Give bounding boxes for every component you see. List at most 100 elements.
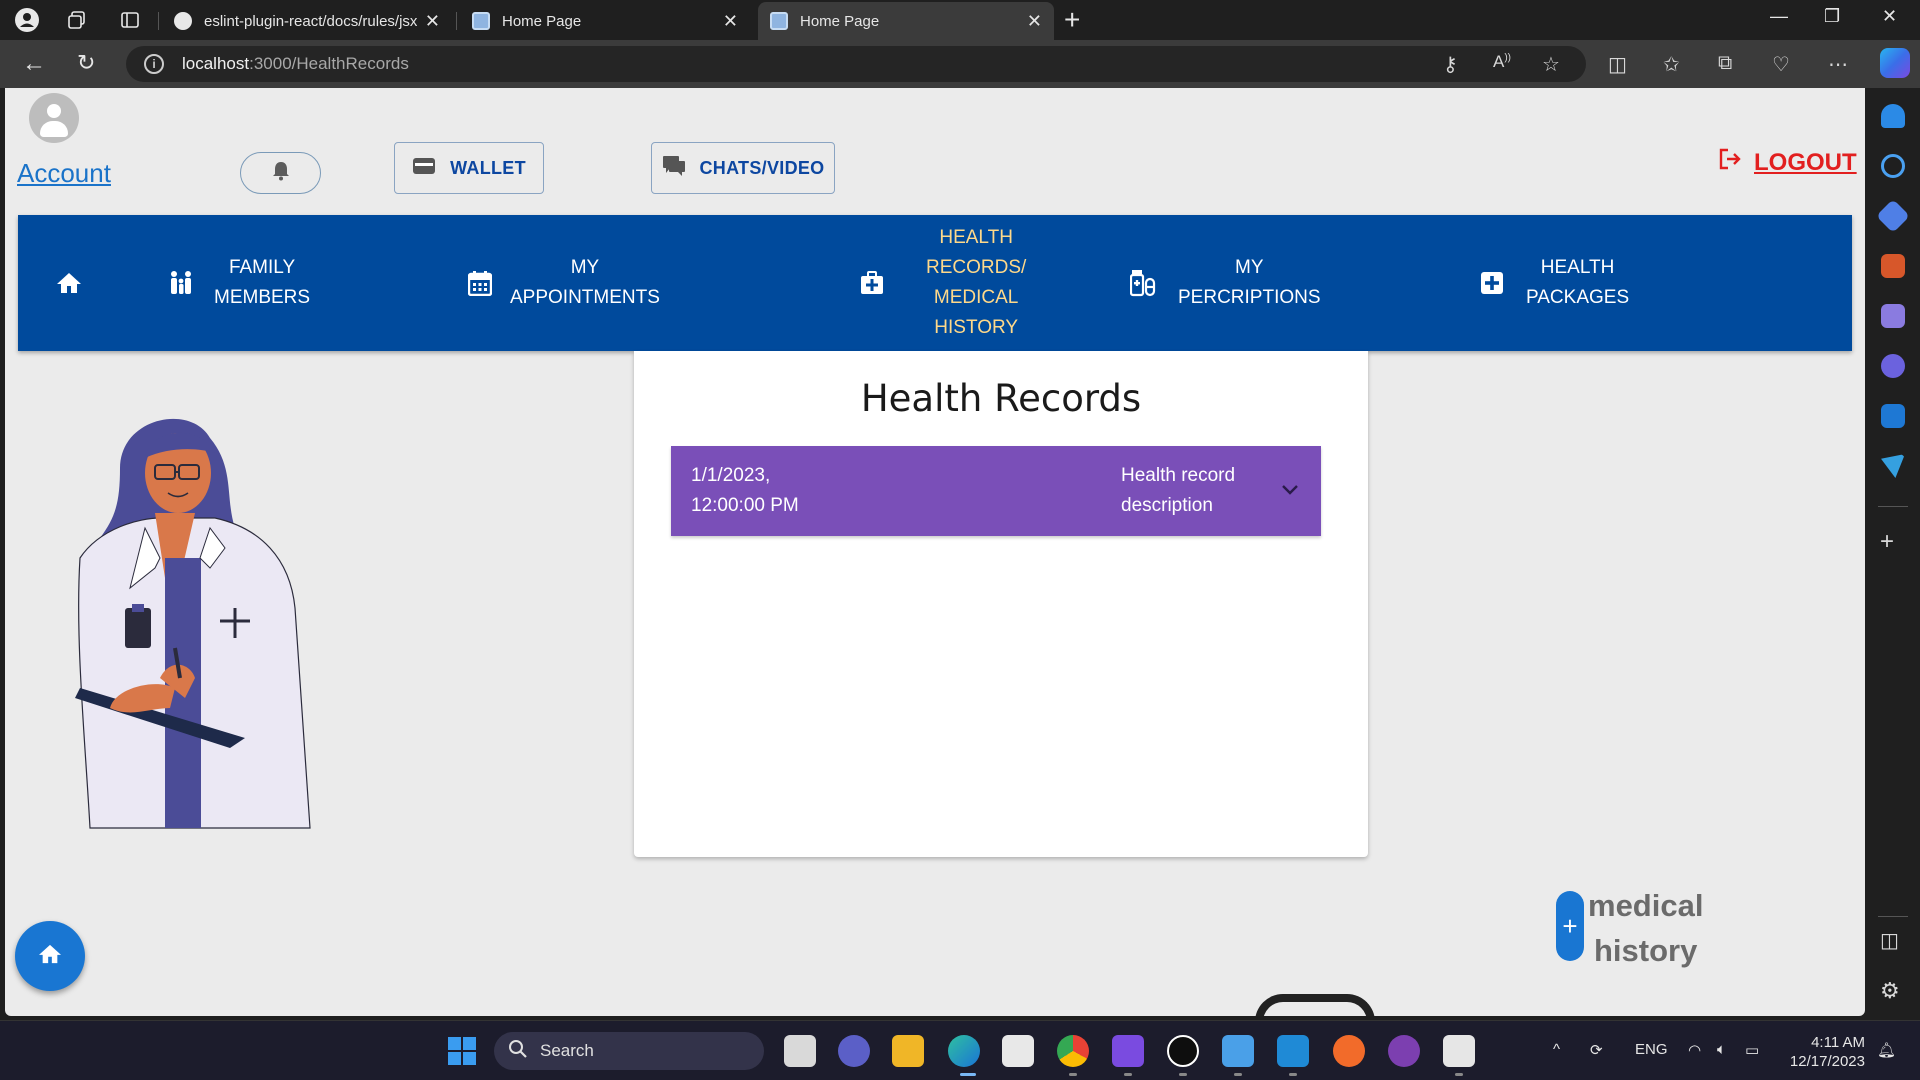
minimize-icon[interactable]: —: [1770, 6, 1788, 27]
back-icon[interactable]: ←: [22, 50, 46, 78]
snipping-tool-icon[interactable]: [1443, 1035, 1475, 1067]
close-icon[interactable]: ✕: [425, 11, 440, 32]
nav-home[interactable]: [56, 215, 82, 351]
task-view-icon[interactable]: [784, 1035, 816, 1067]
collections-icon[interactable]: ⧉: [1718, 52, 1732, 75]
wallet-icon: [412, 156, 436, 181]
mongodb-icon[interactable]: [1167, 1035, 1199, 1067]
logout-icon: [1718, 148, 1742, 177]
plus-icon: +: [1562, 910, 1578, 941]
main-navbar: FAMILY MEMBERS MY APPOINTMENTS HEALTH RECOR…: [18, 215, 1852, 351]
restore-icon[interactable]: ❐: [1824, 6, 1840, 27]
nav-label-line: HISTORY: [934, 317, 1019, 338]
favorites-icon[interactable]: ✩: [1663, 52, 1680, 77]
workspaces-icon[interactable]: [62, 6, 92, 34]
tab-home-page[interactable]: Home Page ✕: [460, 2, 750, 40]
vscode-icon[interactable]: [1277, 1035, 1309, 1067]
health-record-accordion[interactable]: 1/1/2023, 12:00:00 PM Health record descri…: [671, 446, 1321, 536]
home-fab-button[interactable]: [15, 921, 85, 991]
settings-gear-icon[interactable]: ⚙: [1880, 978, 1900, 1004]
logout-button[interactable]: LOGOUT: [1718, 148, 1857, 177]
sync-icon[interactable]: ⟳: [1590, 1041, 1603, 1059]
page-favicon-icon: [472, 12, 490, 30]
nav-label-line: RECORDS/: [926, 257, 1027, 278]
notifications-icon[interactable]: [1881, 104, 1905, 128]
clock-time: 4:11 AM: [1811, 1034, 1865, 1051]
account-link[interactable]: Account: [17, 158, 111, 189]
show-hidden-icons-icon[interactable]: ^: [1553, 1041, 1560, 1058]
split-screen-icon[interactable]: ◫: [1608, 52, 1627, 77]
more-options-icon[interactable]: ⋯: [1828, 52, 1848, 77]
new-tab-button[interactable]: +: [1064, 4, 1080, 36]
windows-start-icon[interactable]: [446, 1035, 478, 1067]
site-info-icon[interactable]: i: [144, 54, 164, 74]
games-icon[interactable]: [1881, 304, 1905, 328]
notepad-icon[interactable]: [1222, 1035, 1254, 1067]
home-icon: [56, 271, 82, 295]
sidebar-panel-icon[interactable]: ◫: [1880, 928, 1899, 953]
tools-icon[interactable]: [1881, 254, 1905, 278]
read-aloud-icon[interactable]: A)): [1493, 52, 1511, 72]
postman-icon[interactable]: [1333, 1035, 1365, 1067]
github-desktop-icon[interactable]: [1388, 1035, 1420, 1067]
send-icon[interactable]: [1881, 454, 1905, 478]
doctor-illustration: [75, 418, 311, 829]
refresh-icon[interactable]: ↻: [77, 50, 95, 76]
tab-eslint[interactable]: eslint-plugin-react/docs/rules/jsx ✕: [162, 2, 452, 40]
performance-icon[interactable]: ♡: [1772, 52, 1790, 77]
edge-icon[interactable]: [948, 1035, 980, 1067]
tab-title: eslint-plugin-react/docs/rules/jsx: [204, 12, 417, 30]
add-medical-history-button[interactable]: +: [1556, 891, 1584, 961]
search-icon[interactable]: [1881, 154, 1905, 178]
close-icon[interactable]: ✕: [723, 11, 738, 32]
taskbar-search[interactable]: Search: [494, 1032, 764, 1070]
family-icon: [168, 269, 196, 297]
decorative-bag-icon: [1255, 994, 1375, 1016]
language-indicator[interactable]: ENG: [1635, 1041, 1668, 1058]
file-explorer-icon[interactable]: [892, 1035, 924, 1067]
window-close-icon[interactable]: ✕: [1882, 6, 1897, 27]
nav-family-members[interactable]: FAMILY MEMBERS: [168, 215, 310, 351]
volume-icon[interactable]: 🔈︎: [1717, 1041, 1726, 1058]
teams-icon[interactable]: [838, 1035, 870, 1067]
web-page: Account WALLET CHATS/VIDEO LOGOUT FAMILY…: [5, 88, 1865, 1016]
close-icon[interactable]: ✕: [1027, 11, 1042, 32]
wallet-button[interactable]: WALLET: [394, 142, 544, 194]
calendar-icon: [468, 270, 492, 296]
page-favicon-icon: [770, 12, 788, 30]
url-path: :3000/HealthRecords: [249, 54, 409, 73]
page-title: Health Records: [860, 377, 1142, 420]
outlook-icon[interactable]: [1881, 404, 1905, 428]
avatar[interactable]: [29, 93, 79, 143]
copilot-sidebar-icon[interactable]: [1881, 354, 1905, 378]
chats-video-button[interactable]: CHATS/VIDEO: [651, 142, 835, 194]
notifications-button[interactable]: [240, 152, 321, 194]
tab-title: Home Page: [502, 12, 582, 30]
chrome-icon[interactable]: [1057, 1035, 1089, 1067]
nav-health-packages[interactable]: HEALTH PACKAGES: [1480, 215, 1629, 351]
taskbar-clock[interactable]: 4:11 AM 12/17/2023: [1785, 1033, 1865, 1071]
notification-bell-icon[interactable]: 🔔︎: [1877, 1041, 1896, 1059]
key-icon[interactable]: ⚷: [1443, 52, 1458, 77]
store-icon[interactable]: [1002, 1035, 1034, 1067]
battery-icon[interactable]: ▭: [1745, 1041, 1759, 1059]
wifi-icon[interactable]: ◠: [1688, 1041, 1701, 1059]
copilot-icon[interactable]: [1880, 48, 1910, 78]
nav-my-percriptions[interactable]: MY PERCRIPTIONS: [1130, 215, 1321, 351]
favorite-star-icon[interactable]: ☆: [1542, 52, 1560, 77]
prescription-icon: [1130, 269, 1156, 297]
nav-health-records[interactable]: HEALTH RECORDS/MEDICAL HISTORY: [860, 215, 1026, 351]
profile-icon[interactable]: [12, 6, 42, 34]
tab-actions-icon[interactable]: [115, 6, 145, 34]
medical-bag-icon: [860, 271, 884, 295]
expand-chevron-icon[interactable]: [1281, 476, 1299, 506]
shopping-tag-icon[interactable]: [1876, 199, 1910, 233]
health-records-card: Health Records 1/1/2023, 12:00:00 PM Heal…: [634, 351, 1368, 857]
visual-studio-icon[interactable]: [1112, 1035, 1144, 1067]
bell-icon: [272, 161, 290, 186]
tab-home-page-active[interactable]: Home Page ✕: [758, 2, 1054, 40]
url-field[interactable]: i localhost:3000/HealthRecords: [126, 46, 1586, 82]
windows-taskbar: Search ^ ⟳ ENG ◠ 🔈︎ ▭ 4:11 AM 12/17/2023…: [0, 1020, 1920, 1080]
nav-my-appointments[interactable]: MY APPOINTMENTS: [468, 215, 660, 351]
add-sidebar-app-icon[interactable]: +: [1880, 528, 1894, 556]
